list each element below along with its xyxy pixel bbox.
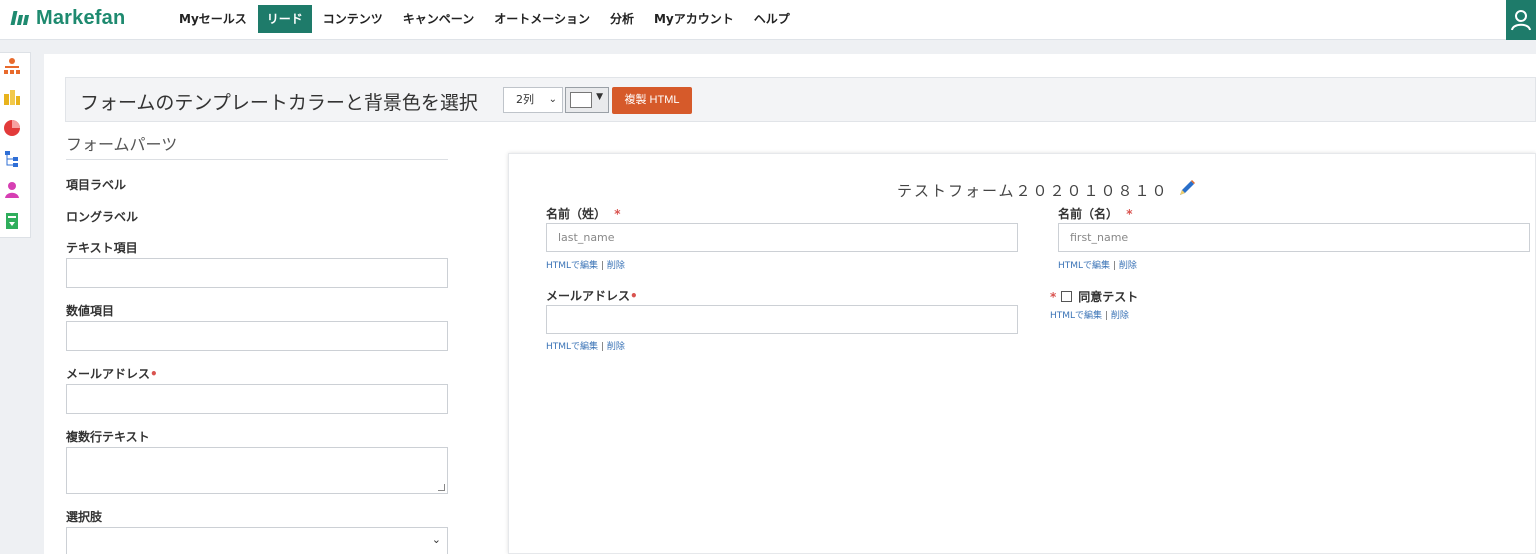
chevron-down-icon: ⌄ xyxy=(548,94,557,105)
resize-handle-icon[interactable] xyxy=(438,484,445,491)
columns-select-value: 2列 xyxy=(516,93,534,106)
nav-item-automation[interactable]: オートメーション xyxy=(485,5,599,33)
left-icon-rail xyxy=(0,52,31,238)
edit-html-link[interactable]: HTMLで編集 xyxy=(546,261,598,271)
nav-item-my-account[interactable]: Myアカウント xyxy=(645,5,743,33)
part-text-field[interactable] xyxy=(66,258,448,288)
top-bar: Markefan Myセールス リード コンテンツ キャンペーン オートメーショ… xyxy=(0,0,1536,40)
buildings-icon[interactable] xyxy=(3,88,21,106)
user-menu-button[interactable] xyxy=(1506,0,1536,40)
nav-item-my-sales[interactable]: Myセールス xyxy=(170,5,256,33)
background-color-picker[interactable]: ▼ xyxy=(565,87,609,113)
email-label: メールアドレス• xyxy=(546,287,638,304)
edit-html-link[interactable]: HTMLで編集 xyxy=(546,342,598,352)
logo-text: Markefan xyxy=(36,6,126,29)
chevron-down-icon: ⌄ xyxy=(431,533,441,546)
toolbar-title: フォームのテンプレートカラーと背景色を選択 xyxy=(80,92,478,114)
form-parts-title: フォームパーツ xyxy=(66,135,178,154)
required-mark: • xyxy=(150,367,158,381)
form-canvas: テストフォーム２０２０１０８１０ 名前（姓） * last_name HTMLで… xyxy=(508,153,1536,554)
first-name-edit-links: HTMLで編集 | 削除 xyxy=(1058,258,1137,271)
first-name-label-text: 名前（名） xyxy=(1058,207,1119,221)
nav-item-campaigns[interactable]: キャンペーン xyxy=(394,5,483,33)
part-item-label[interactable]: 項目ラベル xyxy=(66,176,126,193)
consent-edit-links: HTMLで編集 | 削除 xyxy=(1050,308,1129,321)
logo-mark-icon xyxy=(10,11,30,25)
part-email-field-label: メールアドレス• xyxy=(66,365,158,382)
part-text-field-label: テキスト項目 xyxy=(66,241,138,255)
last-name-field[interactable]: last_name xyxy=(546,223,1018,252)
first-name-field[interactable]: first_name xyxy=(1058,223,1530,252)
part-long-label[interactable]: ロングラベル xyxy=(66,208,138,225)
last-name-label-text: 名前（姓） xyxy=(546,207,607,221)
link-separator: | xyxy=(1112,261,1116,271)
required-mark: • xyxy=(630,289,638,303)
columns-select[interactable]: 2列 ⌄ xyxy=(503,87,563,113)
form-title: テストフォーム２０２０１０８１０ xyxy=(897,178,1197,202)
caret-down-icon: ▼ xyxy=(596,92,603,102)
required-star: * xyxy=(614,207,621,221)
delete-link[interactable]: 削除 xyxy=(1119,261,1137,271)
hierarchy-icon[interactable] xyxy=(3,57,21,75)
consent-checkbox[interactable] xyxy=(1061,291,1073,302)
link-separator: | xyxy=(1104,311,1108,321)
link-separator: | xyxy=(600,261,604,271)
email-field[interactable] xyxy=(546,305,1018,334)
part-email-field[interactable] xyxy=(66,384,448,414)
last-name-edit-links: HTMLで編集 | 削除 xyxy=(546,258,625,271)
required-star: * xyxy=(1126,207,1133,221)
link-separator: | xyxy=(600,342,604,352)
part-select-label: 選択肢 xyxy=(66,510,103,524)
copy-html-button[interactable]: 複製 HTML xyxy=(612,87,692,114)
nav-item-leads[interactable]: リード xyxy=(257,5,312,33)
delete-link[interactable]: 削除 xyxy=(607,342,625,352)
part-number-field[interactable] xyxy=(66,321,448,351)
nav-item-help[interactable]: ヘルプ xyxy=(745,5,799,33)
main-nav: Myセールス リード コンテンツ キャンペーン オートメーション 分析 Myアカ… xyxy=(170,5,801,33)
required-star: * xyxy=(1050,289,1057,304)
pie-chart-icon[interactable] xyxy=(3,119,21,137)
form-title-text: テストフォーム２０２０１０８１０ xyxy=(897,181,1169,200)
tree-icon[interactable] xyxy=(3,150,21,168)
nav-item-contents[interactable]: コンテンツ xyxy=(314,5,392,33)
edit-html-link[interactable]: HTMLで編集 xyxy=(1050,311,1102,321)
template-toolbar: フォームのテンプレートカラーと背景色を選択 2列 ⌄ ▼ 複製 HTML xyxy=(65,77,1536,122)
last-name-label: 名前（姓） * xyxy=(546,205,620,222)
email-edit-links: HTMLで編集 | 削除 xyxy=(546,339,625,352)
pencil-icon[interactable] xyxy=(1177,178,1197,202)
email-label-text: メールアドレス xyxy=(546,289,631,303)
color-swatch xyxy=(570,92,592,108)
part-multiline-field[interactable] xyxy=(66,447,448,494)
first-name-label: 名前（名） * xyxy=(1058,205,1132,222)
part-number-field-label: 数値項目 xyxy=(66,304,115,318)
form-export-icon[interactable] xyxy=(3,212,21,230)
markefan-logo[interactable]: Markefan xyxy=(10,6,126,30)
user-icon xyxy=(1511,10,1531,31)
person-icon[interactable] xyxy=(3,181,21,199)
consent-row: * 同意テスト xyxy=(1050,288,1138,305)
nav-item-analytics[interactable]: 分析 xyxy=(601,5,643,33)
delete-link[interactable]: 削除 xyxy=(1111,311,1129,321)
part-email-label-text: メールアドレス xyxy=(66,367,151,381)
consent-label: 同意テスト xyxy=(1078,290,1139,304)
delete-link[interactable]: 削除 xyxy=(607,261,625,271)
part-select-field[interactable]: ⌄ xyxy=(66,527,448,554)
divider xyxy=(66,159,448,160)
main-panel: フォームのテンプレートカラーと背景色を選択 2列 ⌄ ▼ 複製 HTML フォー… xyxy=(44,54,1536,554)
edit-html-link[interactable]: HTMLで編集 xyxy=(1058,261,1110,271)
part-multiline-label: 複数行テキスト xyxy=(66,430,150,444)
